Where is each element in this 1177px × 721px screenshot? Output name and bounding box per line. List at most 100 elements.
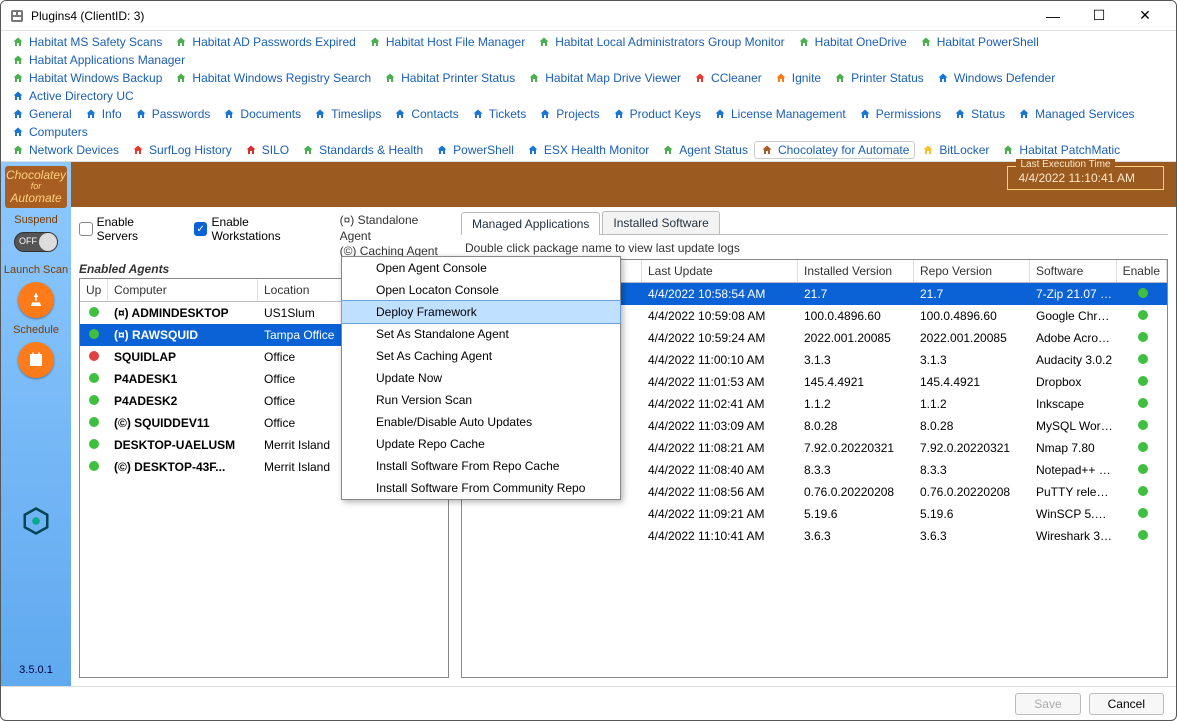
toolbar-item[interactable]: Chocolatey for Automate (754, 141, 915, 159)
toolbar-item[interactable]: Habitat Host File Manager (362, 33, 531, 51)
toolbar-item[interactable]: Tickets (465, 105, 533, 123)
col-enable[interactable]: Enable (1117, 260, 1167, 282)
package-repo-version: 21.7 (914, 287, 1030, 301)
toolbar-item[interactable]: Habitat Local Administrators Group Monit… (531, 33, 790, 51)
toolbar-item[interactable]: Habitat MS Safety Scans (5, 33, 168, 51)
toolbar-item[interactable]: CCleaner (687, 69, 768, 87)
toolbar-item[interactable]: Timeslips (307, 105, 387, 123)
col-computer[interactable]: Computer (108, 279, 258, 301)
context-menu-item[interactable]: Set As Standalone Agent (342, 323, 620, 345)
package-repo-version: 3.1.3 (914, 353, 1030, 367)
col-up[interactable]: Up (80, 279, 108, 301)
toolbar-item[interactable]: Network Devices (5, 141, 125, 159)
col-last-update[interactable]: Last Update (642, 260, 798, 282)
toolbar-item[interactable]: Habitat OneDrive (791, 33, 913, 51)
col-repo-version[interactable]: Repo Version (914, 260, 1030, 282)
tab[interactable]: Installed Software (602, 211, 719, 234)
toolbar-item[interactable]: Habitat Map Drive Viewer (521, 69, 687, 87)
context-menu-item[interactable]: Set As Caching Agent (342, 345, 620, 367)
toolbar-item[interactable]: Documents (216, 105, 307, 123)
toolbar-item[interactable]: Habitat PatchMatic (995, 141, 1126, 159)
package-software: Wireshark 3.6.3 ... (1030, 529, 1119, 543)
toolbar-item[interactable]: PowerShell (429, 141, 520, 159)
toolbar-item[interactable]: Permissions (852, 105, 947, 123)
toolbar-item-label: Chocolatey for Automate (778, 143, 909, 157)
toolbar-item[interactable]: Ignite (768, 69, 827, 87)
toolbar-item-icon (84, 107, 98, 121)
toolbar-item[interactable]: ESX Health Monitor (520, 141, 655, 159)
package-repo-version: 145.4.4921 (914, 375, 1030, 389)
toolbar-item[interactable]: Printer Status (827, 69, 930, 87)
toolbar-item[interactable]: Computers (5, 123, 94, 141)
launch-scan-button[interactable] (18, 282, 54, 318)
toolbar-item-label: General (29, 107, 72, 121)
toolbar-item[interactable]: Status (947, 105, 1011, 123)
suspend-toggle[interactable]: OFF (14, 232, 58, 252)
toolbar-item[interactable]: License Management (707, 105, 852, 123)
context-menu-item[interactable]: Enable/Disable Auto Updates (342, 411, 620, 433)
toolbar-item[interactable]: SILO (238, 141, 295, 159)
package-repo-version: 100.0.4896.60 (914, 309, 1030, 323)
toolbar-item[interactable]: Windows Defender (930, 69, 1061, 87)
panels: Enable Servers ✓ Enable Workstations (¤)… (71, 207, 1176, 686)
col-installed-version[interactable]: Installed Version (798, 260, 914, 282)
context-menu-item[interactable]: Open Agent Console (342, 257, 620, 279)
save-button[interactable]: Save (1015, 693, 1080, 715)
col-location[interactable]: Location (258, 279, 350, 301)
toolbar-item[interactable]: Habitat Applications Manager (5, 51, 191, 69)
package-row[interactable]: 4/4/2022 11:10:41 AM3.6.33.6.3Wireshark … (462, 525, 1167, 547)
toolbar-item[interactable]: Habitat Printer Status (377, 69, 521, 87)
package-last-update: 4/4/2022 11:10:41 AM (642, 529, 798, 543)
agent-computer: P4ADESK1 (108, 372, 258, 386)
toolbar-item-icon (774, 71, 788, 85)
toolbar-item-label: Computers (29, 125, 88, 139)
maximize-button[interactable]: ☐ (1076, 1, 1122, 31)
context-menu-item[interactable]: Deploy Framework (342, 301, 620, 323)
toolbar-item[interactable]: Projects (532, 105, 605, 123)
toolbar-item-icon (858, 107, 872, 121)
toolbar-item[interactable]: General (5, 105, 78, 123)
toolbar-item[interactable]: Active Directory UC (5, 87, 140, 105)
package-last-update: 4/4/2022 11:03:09 AM (642, 419, 798, 433)
context-menu-item[interactable]: Install Software From Community Repo (342, 477, 620, 499)
agent-computer: (¤) ADMINDESKTOP (108, 306, 258, 320)
minimize-button[interactable]: — (1030, 1, 1076, 31)
toolbar-item[interactable]: Habitat Windows Registry Search (168, 69, 377, 87)
cancel-button[interactable]: Cancel (1089, 693, 1164, 715)
context-menu-item[interactable]: Install Software From Repo Cache (342, 455, 620, 477)
toolbar-item[interactable]: Habitat Windows Backup (5, 69, 168, 87)
toolbar-item[interactable]: BitLocker (915, 141, 995, 159)
context-menu-item[interactable]: Update Repo Cache (342, 433, 620, 455)
context-menu-item[interactable]: Open Locaton Console (342, 279, 620, 301)
status-dot (89, 461, 99, 471)
toolbar-item[interactable]: Contacts (387, 105, 464, 123)
status-dot (1138, 376, 1148, 386)
col-software[interactable]: Software (1030, 260, 1117, 282)
toolbar-item[interactable]: Info (78, 105, 128, 123)
toolbar-item[interactable]: Managed Services (1011, 105, 1140, 123)
context-menu-item[interactable]: Run Version Scan (342, 389, 620, 411)
toolbar-item-label: Habitat PatchMatic (1019, 143, 1120, 157)
schedule-button[interactable] (18, 342, 54, 378)
close-button[interactable]: ✕ (1122, 1, 1168, 31)
context-menu-item[interactable]: Update Now (342, 367, 620, 389)
toolbar-item[interactable]: Standards & Health (295, 141, 429, 159)
toolbar-item-icon (538, 107, 552, 121)
agent-computer: SQUIDLAP (108, 350, 258, 364)
last-execution-value: 4/4/2022 11:10:41 AM (1018, 171, 1135, 185)
toolbar-item-label: Contacts (411, 107, 458, 121)
toolbar-item[interactable]: SurfLog History (125, 141, 238, 159)
toolbar-item[interactable]: Agent Status (655, 141, 754, 159)
agent-location: Office (258, 350, 350, 364)
toolbar-item[interactable]: Habitat PowerShell (913, 33, 1045, 51)
package-row[interactable]: 4/4/2022 11:09:21 AM5.19.65.19.6WinSCP 5… (462, 503, 1167, 525)
toolbar-item-label: SILO (262, 143, 289, 157)
toolbar-item[interactable]: Passwords (128, 105, 217, 123)
enable-servers-checkbox[interactable]: Enable Servers (79, 215, 176, 243)
enable-workstations-checkbox[interactable]: ✓ Enable Workstations (194, 215, 318, 243)
toolbar-item-label: Habitat AD Passwords Expired (192, 35, 355, 49)
toolbar-item[interactable]: Habitat AD Passwords Expired (168, 33, 361, 51)
tab[interactable]: Managed Applications (461, 212, 600, 235)
toolbar-item[interactable]: Product Keys (606, 105, 707, 123)
toolbar-item-icon (760, 143, 774, 157)
